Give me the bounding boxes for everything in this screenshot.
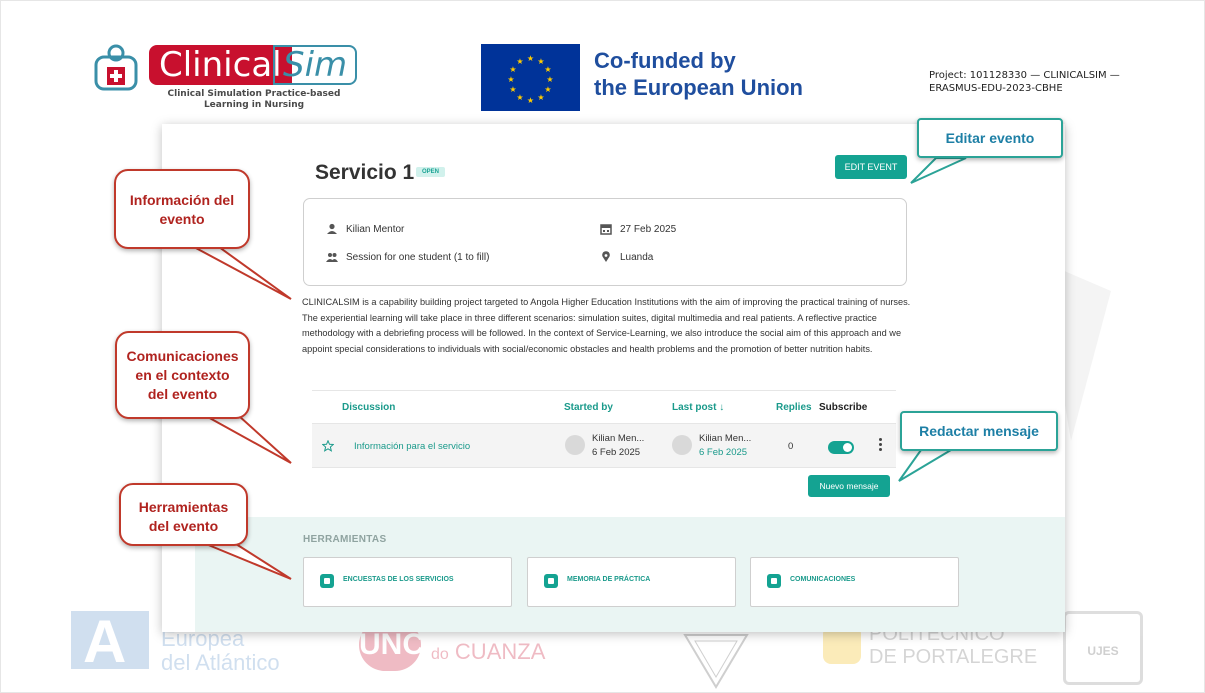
callout-tools-line-2: del evento	[148, 518, 219, 534]
callout-info-line-2: evento	[159, 211, 205, 227]
pointer-info	[193, 246, 292, 300]
callout-tools-line-1: Herramientas	[138, 499, 229, 515]
callout-info-line-1: Información del	[129, 192, 235, 208]
callout-edit-event: Editar evento	[917, 118, 1063, 158]
callout-comms-line-3: del evento	[147, 386, 218, 402]
pointer-compose	[898, 449, 955, 482]
pointer-edit	[910, 157, 967, 184]
callout-compose-message: Redactar mensaje	[900, 411, 1058, 451]
callout-comms-line-1: Comunicaciones	[126, 348, 239, 364]
pointer-tools	[205, 543, 292, 580]
pointer-comms	[205, 415, 292, 464]
callout-event-info: Información del evento	[114, 169, 250, 249]
callout-tools: Herramientas del evento	[119, 483, 248, 546]
callout-communications: Comunicaciones en el contexto del evento	[115, 331, 250, 419]
slide: Clinical Sim Clinical Simulation Practic…	[0, 0, 1205, 693]
callout-comms-line-2: en el contexto	[135, 367, 230, 383]
